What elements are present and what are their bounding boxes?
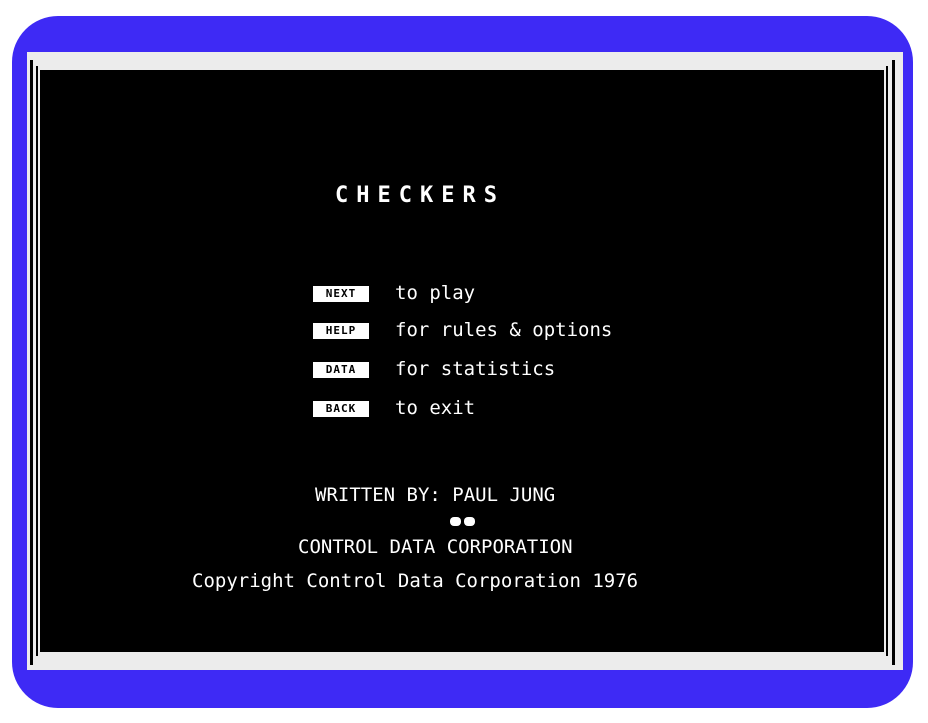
data-key[interactable]: DATA: [313, 362, 369, 378]
terminal-screen[interactable]: CHECKERS NEXT to play HELP for rules & o…: [40, 70, 884, 652]
option-play-label: to play: [395, 282, 476, 304]
copyright-line: Copyright Control Data Corporation 1976: [192, 570, 639, 592]
option-statistics-label: for statistics: [395, 358, 556, 380]
bezel-rail-left-inner: [36, 66, 38, 656]
bezel-rail-right: [892, 60, 895, 665]
bezel-rail-right-inner: [886, 66, 888, 656]
control-data-logo: [450, 514, 476, 528]
help-key[interactable]: HELP: [313, 323, 369, 339]
option-rules-label: for rules & options: [395, 319, 613, 341]
back-key[interactable]: BACK: [313, 401, 369, 417]
option-exit-label: to exit: [395, 397, 476, 419]
author-credit: WRITTEN BY: PAUL JUNG: [315, 484, 556, 506]
bezel-rail-left: [30, 60, 33, 665]
next-key[interactable]: NEXT: [313, 286, 369, 302]
company-name: CONTROL DATA CORPORATION: [298, 536, 573, 558]
game-title: CHECKERS: [335, 183, 505, 208]
